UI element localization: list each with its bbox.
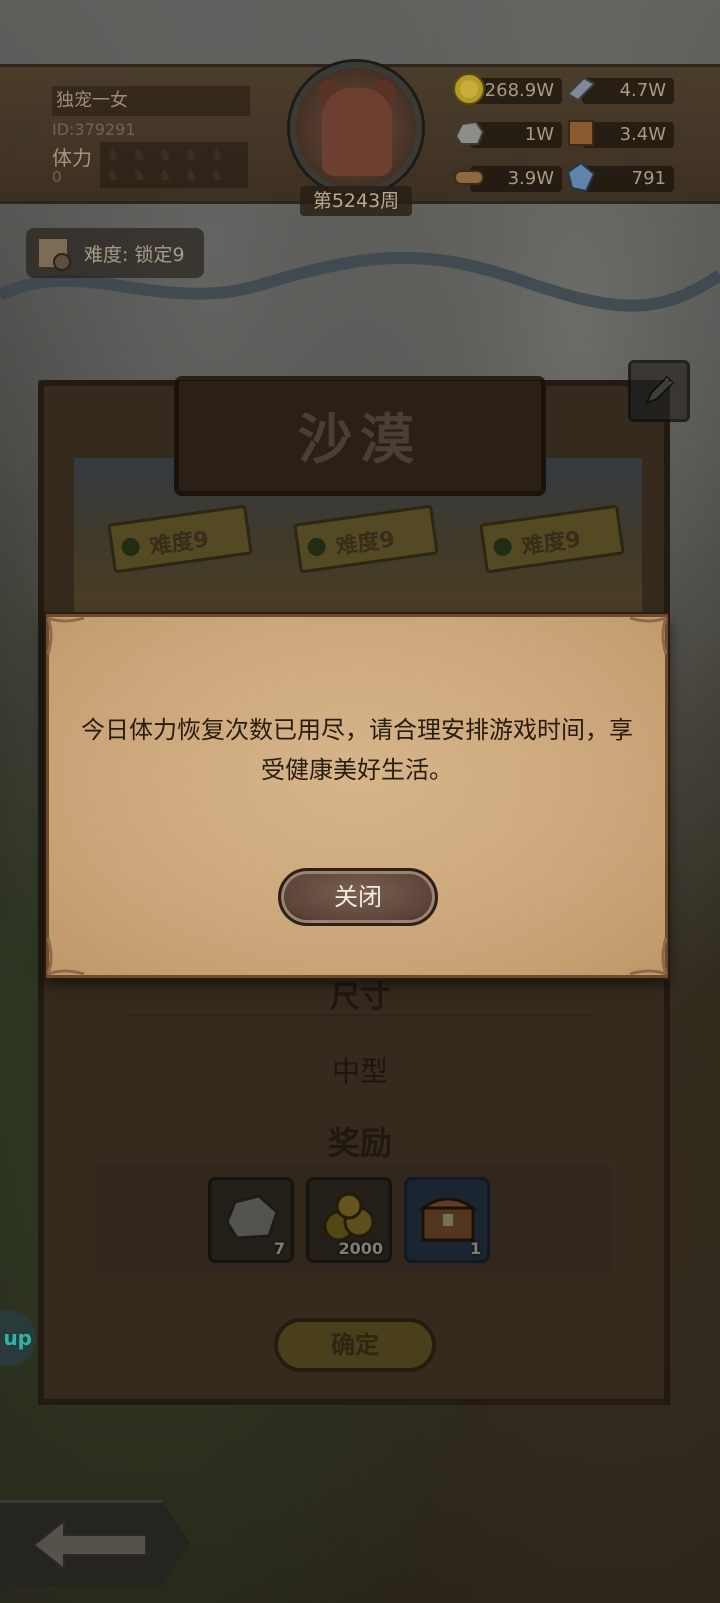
stamina-pip-icon: ♞ bbox=[184, 145, 199, 164]
gold-coin-icon bbox=[452, 72, 486, 106]
difficulty-text: 难度: 锁定9 bbox=[84, 244, 185, 266]
stamina-pip-icon: ♞ bbox=[106, 145, 121, 164]
stamina-pip-icon: ♞ bbox=[132, 145, 147, 164]
corner-ornament bbox=[46, 616, 85, 655]
stamina-pip-icon: ♞ bbox=[132, 165, 147, 184]
player-name: 独宠一女 bbox=[52, 86, 250, 116]
resource-wood[interactable]: 3.9W bbox=[452, 160, 562, 194]
resource-stone[interactable]: 1W bbox=[452, 116, 562, 150]
corner-ornament bbox=[46, 937, 85, 976]
resource-gold[interactable]: 268.9W bbox=[452, 72, 562, 106]
scroll-icon bbox=[37, 237, 71, 271]
week-counter: 第5243周 bbox=[300, 186, 412, 216]
stamina-label: 体力 bbox=[52, 146, 92, 170]
top-header: 独宠一女 ID:379291 体力 0 ♞ ♞ ♞ ♞ ♞ ♞ ♞ ♞ ♞ ♞ … bbox=[0, 58, 720, 216]
wood-log-icon bbox=[452, 160, 486, 194]
close-button[interactable]: 关闭 bbox=[278, 868, 438, 926]
player-id: ID:379291 bbox=[52, 120, 136, 139]
avatar[interactable] bbox=[290, 62, 422, 194]
crystal-icon bbox=[564, 160, 598, 194]
leather-icon bbox=[564, 116, 598, 150]
player-info[interactable]: 独宠一女 ID:379291 体力 0 ♞ ♞ ♞ ♞ ♞ ♞ ♞ ♞ ♞ ♞ bbox=[44, 82, 254, 192]
stamina-pips: ♞ ♞ ♞ ♞ ♞ ♞ ♞ ♞ ♞ ♞ bbox=[100, 142, 248, 188]
resource-panel: 268.9W 4.7W 1W 3.4W 3.9W 791 bbox=[452, 72, 678, 196]
back-button[interactable] bbox=[0, 1500, 190, 1586]
stamina-pip-icon: ♞ bbox=[210, 145, 225, 164]
arrow-left-icon bbox=[32, 1518, 147, 1572]
difficulty-tag[interactable]: 难度: 锁定9 bbox=[26, 228, 204, 278]
dialog-message: 今日体力恢复次数已用尽，请合理安排游戏时间，享受健康美好生活。 bbox=[81, 716, 633, 784]
resource-iron[interactable]: 4.7W bbox=[564, 72, 674, 106]
bear-avatar-icon bbox=[322, 88, 392, 176]
stone-icon bbox=[452, 116, 486, 150]
stamina-pip-icon: ♞ bbox=[184, 165, 199, 184]
stamina-limit-dialog: 今日体力恢复次数已用尽，请合理安排游戏时间，享受健康美好生活。 关闭 bbox=[40, 614, 674, 984]
stamina-pip-icon: ♞ bbox=[210, 165, 225, 184]
corner-ornament bbox=[629, 937, 668, 976]
stamina-value: 0 bbox=[52, 168, 62, 186]
stamina-pip-icon: ♞ bbox=[158, 145, 173, 164]
stamina-pip-icon: ♞ bbox=[106, 165, 121, 184]
stamina-pip-icon: ♞ bbox=[158, 165, 173, 184]
resource-leather[interactable]: 3.4W bbox=[564, 116, 674, 150]
iron-bar-icon bbox=[564, 72, 598, 106]
corner-ornament bbox=[629, 616, 668, 655]
resource-crystal[interactable]: 791 bbox=[564, 160, 674, 194]
